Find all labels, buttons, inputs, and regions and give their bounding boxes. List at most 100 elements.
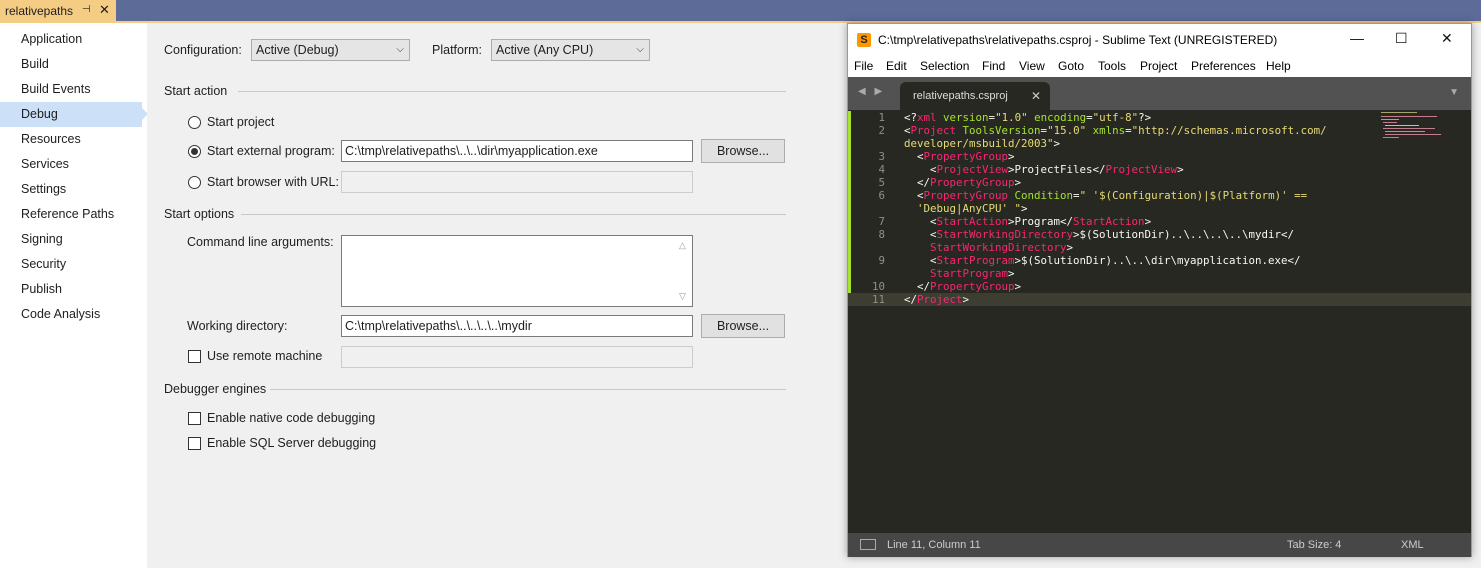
code-line[interactable]: <Project ToolsVersion="15.0" xmlns="http… (904, 124, 1327, 137)
menu-find[interactable]: Find (982, 59, 1005, 73)
document-tab-title: relativepaths (5, 4, 74, 18)
configuration-select[interactable]: Active (Debug) ⌵ (251, 39, 410, 61)
minimize-button[interactable]: — (1350, 30, 1364, 46)
syntax-mode[interactable]: XML (1401, 539, 1424, 551)
code-line[interactable]: <StartAction>Program</StartAction> (904, 215, 1151, 228)
line-number: 10 (871, 280, 885, 293)
code-line[interactable]: <?xml version="1.0" encoding="utf-8"?> (904, 111, 1151, 124)
scroll-up-icon[interactable]: △ (679, 240, 686, 251)
code-line[interactable]: </PropertyGroup> (904, 280, 1021, 293)
code-line[interactable]: <PropertyGroup Condition=" '$(Configurat… (904, 189, 1307, 202)
nav-item-application[interactable]: Application (0, 27, 147, 52)
code-line[interactable]: </Project> (904, 293, 969, 306)
code-line[interactable]: <ProjectView>ProjectFiles</ProjectView> (904, 163, 1184, 176)
browse-workdir-button[interactable]: Browse... (701, 314, 785, 338)
sql-debug-checkbox[interactable] (188, 437, 201, 450)
menu-tools[interactable]: Tools (1098, 59, 1126, 73)
editor-tab-label: relativepaths.csproj (913, 90, 1008, 102)
nav-item-resources[interactable]: Resources (0, 127, 147, 152)
code-line[interactable]: <PropertyGroup> (904, 150, 1015, 163)
start-external-radio[interactable] (188, 145, 201, 158)
tab-size[interactable]: Tab Size: 4 (1287, 539, 1341, 551)
code-token: >$(SolutionDir)..\..\..\..\mydir</ (1073, 228, 1295, 241)
code-line[interactable]: <StartWorkingDirectory>$(SolutionDir)..\… (904, 228, 1294, 241)
cmd-args-textarea[interactable]: △ ▽ (341, 235, 693, 307)
divider (270, 389, 786, 390)
code-line[interactable]: 'Debug|AnyCPU' "> (904, 202, 1028, 215)
menu-goto[interactable]: Goto (1058, 59, 1084, 73)
menu-view[interactable]: View (1019, 59, 1045, 73)
platform-label: Platform: (432, 43, 483, 57)
code-token: " '$(Configuration)|$(Platform)' == (1079, 189, 1308, 202)
chevron-down-icon: ⌵ (396, 44, 404, 55)
scroll-down-icon[interactable]: ▽ (679, 291, 686, 302)
nav-item-signing[interactable]: Signing (0, 227, 147, 252)
platform-value: Active (Any CPU) (496, 43, 594, 57)
divider (241, 214, 786, 215)
start-project-radio[interactable] (188, 116, 201, 129)
code-token: >$(SolutionDir)..\..\dir\myapplication.e… (1014, 254, 1301, 267)
nav-item-build-events[interactable]: Build Events (0, 77, 147, 102)
start-external-label: Start external program: (207, 144, 335, 158)
nav-item-build[interactable]: Build (0, 52, 147, 77)
external-program-input[interactable]: C:\tmp\relativepaths\..\..\dir\myapplica… (341, 140, 693, 162)
status-bar: Line 11, Column 11 Tab Size: 4 XML (848, 533, 1471, 557)
browser-url-input[interactable] (341, 171, 693, 193)
tab-nav-arrows-icon[interactable]: ◀ ▶ (858, 86, 885, 97)
editor-scrollbar[interactable] (1461, 110, 1471, 533)
menu-help[interactable]: Help (1266, 59, 1291, 73)
workdir-input[interactable]: C:\tmp\relativepaths\..\..\..\..\mydir (341, 315, 693, 337)
menu-selection[interactable]: Selection (920, 59, 969, 73)
cursor-position: Line 11, Column 11 (887, 539, 981, 551)
document-tab-strip: relativepaths ⊣ ✕ (0, 0, 1481, 23)
document-tab-relativepaths[interactable]: relativepaths ⊣ ✕ (0, 0, 116, 22)
pin-icon[interactable]: ⊣ (82, 4, 91, 15)
tab-dropdown-icon[interactable]: ▼ (1449, 87, 1459, 98)
close-button[interactable]: ✕ (1441, 30, 1453, 47)
nav-item-debug[interactable]: Debug (0, 102, 148, 127)
debugger-engines-heading: Debugger engines (164, 382, 267, 396)
menu-file[interactable]: File (854, 59, 873, 73)
panel-toggle-icon[interactable] (860, 539, 876, 550)
menu-preferences[interactable]: Preferences (1191, 59, 1256, 73)
menu-project[interactable]: Project (1140, 59, 1177, 73)
editor-tab[interactable]: relativepaths.csproj ✕ (900, 82, 1050, 110)
nav-item-reference-paths[interactable]: Reference Paths (0, 202, 147, 227)
code-token: < (904, 189, 924, 202)
remote-machine-checkbox[interactable] (188, 350, 201, 363)
minimap[interactable] (1381, 110, 1451, 140)
code-token: PropertyGroup (923, 189, 1009, 202)
scrollbar[interactable]: △ ▽ (676, 236, 692, 306)
nav-item-services[interactable]: Services (0, 152, 147, 177)
remote-machine-label: Use remote machine (207, 349, 323, 363)
code-line[interactable]: <StartProgram>$(SolutionDir)..\..\dir\my… (904, 254, 1301, 267)
browse-external-button[interactable]: Browse... (701, 139, 785, 163)
cmd-args-label: Command line arguments: (187, 235, 334, 249)
code-token: Condition (1008, 189, 1074, 202)
remote-machine-input[interactable] (341, 346, 693, 368)
menu-edit[interactable]: Edit (886, 59, 907, 73)
sublime-menubar: File Edit Selection Find View Goto Tools Projec… (848, 55, 1471, 77)
code-line[interactable]: StartWorkingDirectory> (904, 241, 1073, 254)
code-line[interactable]: StartProgram> (904, 267, 1015, 280)
close-icon[interactable]: ✕ (99, 2, 110, 18)
maximize-button[interactable]: ☐ (1395, 30, 1408, 47)
code-token: < (904, 215, 937, 228)
nav-item-security[interactable]: Security (0, 252, 147, 277)
nav-item-publish[interactable]: Publish (0, 277, 147, 302)
code-line[interactable]: developer/msbuild/2003"> (904, 137, 1060, 150)
code-token: developer/msbuild/2003" (904, 137, 1054, 150)
close-icon[interactable]: ✕ (1031, 89, 1041, 103)
nav-item-settings[interactable]: Settings (0, 177, 147, 202)
code-editor[interactable]: 1 2 3 4 5 6 7 8 9 10 11 <?xml version="1.0" encodin… (848, 110, 1471, 533)
code-token: </ (904, 280, 931, 293)
code-line[interactable]: </PropertyGroup> (904, 176, 1021, 189)
code-token: > (1144, 215, 1152, 228)
native-debug-checkbox[interactable] (188, 412, 201, 425)
start-browser-radio[interactable] (188, 176, 201, 189)
platform-select[interactable]: Active (Any CPU) ⌵ (491, 39, 650, 61)
sublime-titlebar[interactable]: S C:\tmp\relativepaths\relativepaths.csp… (848, 24, 1471, 55)
code-token: >Program</ (1008, 215, 1074, 228)
code-token: PropertyGroup (930, 280, 1015, 293)
nav-item-code-analysis[interactable]: Code Analysis (0, 302, 147, 327)
